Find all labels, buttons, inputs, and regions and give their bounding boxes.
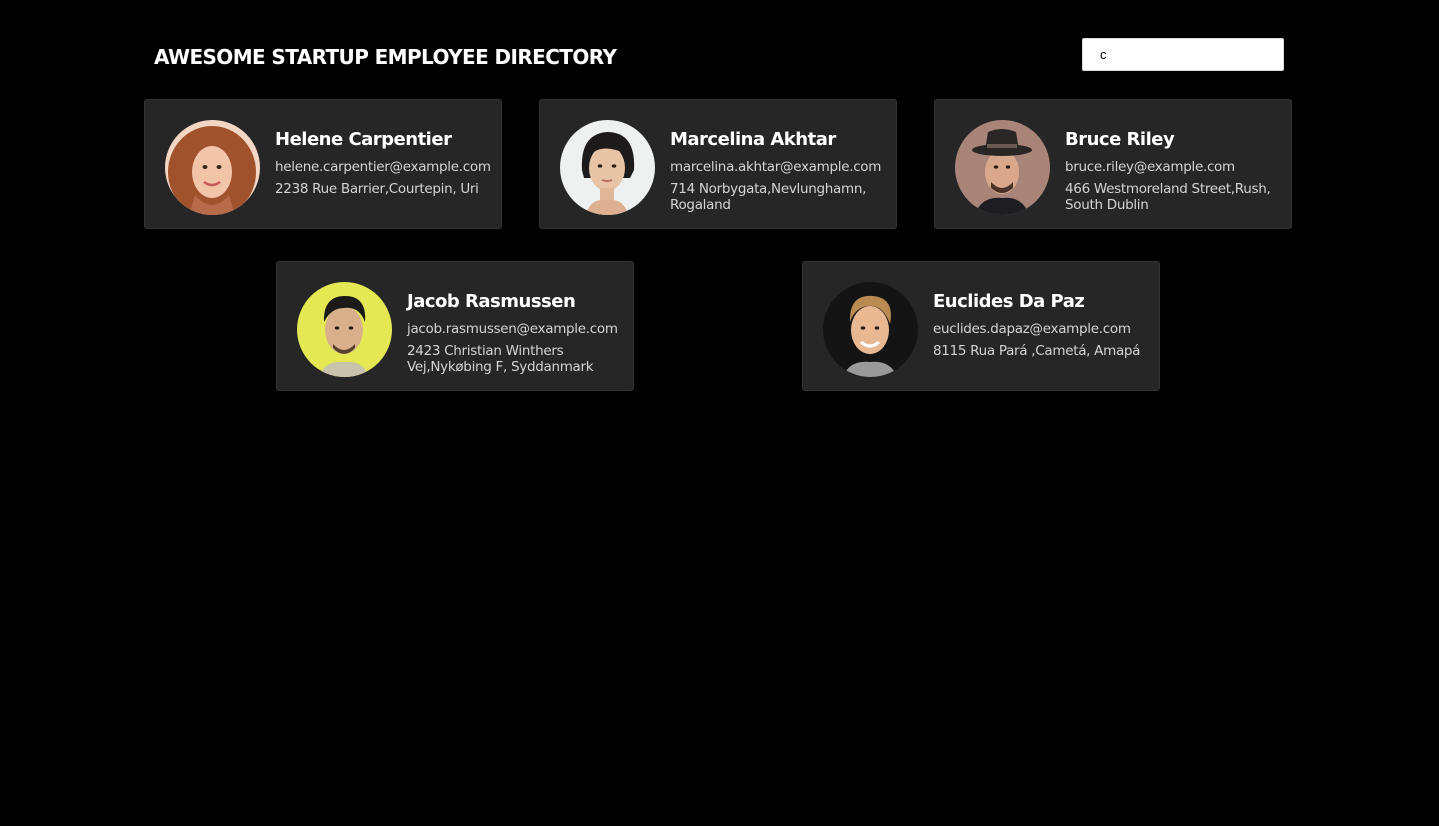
search-input[interactable] [1082,38,1284,71]
employee-card[interactable]: Helene Carpentier helene.carpentier@exam… [144,99,502,229]
employee-directory-page: AWESOME STARTUP EMPLOYEE DIRECTORY Helen… [0,0,1439,826]
employee-address: 714 Norbygata,Nevlunghamn, Rogaland [670,181,867,213]
employee-avatar [955,120,1050,215]
employee-name: Bruce Riley [1065,129,1175,150]
employee-avatar [165,120,260,215]
employee-card[interactable]: Marcelina Akhtar marcelina.akhtar@exampl… [539,99,897,229]
employee-avatar [823,282,918,377]
employee-email: euclides.dapaz@example.com [933,321,1131,337]
page-title: AWESOME STARTUP EMPLOYEE DIRECTORY [154,45,617,69]
employee-card[interactable]: Jacob Rasmussen jacob.rasmussen@example.… [276,261,634,391]
employee-name: Euclides Da Paz [933,291,1085,312]
employee-email: marcelina.akhtar@example.com [670,159,882,175]
employee-email: bruce.riley@example.com [1065,159,1235,175]
employee-card[interactable]: Euclides Da Paz euclides.dapaz@example.c… [802,261,1160,391]
employee-name: Marcelina Akhtar [670,129,836,150]
employee-card[interactable]: Bruce Riley bruce.riley@example.com 466 … [934,99,1292,229]
employee-name: Jacob Rasmussen [407,291,576,312]
employee-email: jacob.rasmussen@example.com [407,321,618,337]
employee-address: 8115 Rua Pará ,Cametá, Amapá [933,343,1141,359]
employee-email: helene.carpentier@example.com [275,159,491,175]
employee-avatar [297,282,392,377]
employee-name: Helene Carpentier [275,129,452,150]
employee-address: 2238 Rue Barrier,Courtepin, Uri [275,181,479,197]
employee-avatar [560,120,655,215]
employee-address: 466 Westmoreland Street,Rush, South Dubl… [1065,181,1271,213]
search-container [1082,38,1284,71]
employee-address: 2423 Christian Winthers Vej,Nykøbing F, … [407,343,594,375]
